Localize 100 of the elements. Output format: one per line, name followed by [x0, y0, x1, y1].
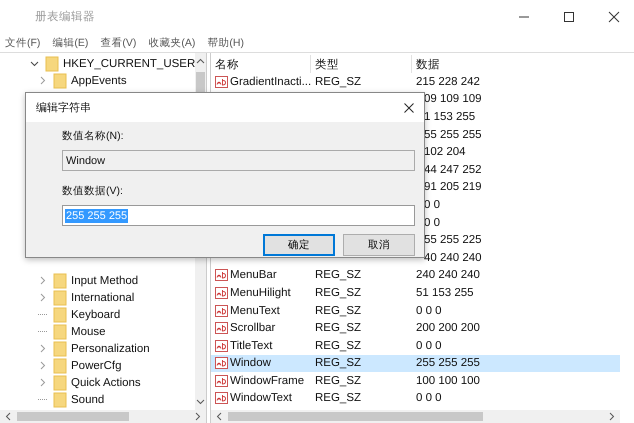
folder-icon — [53, 374, 67, 390]
dialog-button[interactable]: 取消 — [343, 234, 415, 256]
tree-item[interactable]: Input Method — [71, 274, 138, 286]
value-name: Window — [230, 357, 271, 370]
list-row[interactable]: WindowText REG_SZ 0 0 0 — [211, 390, 620, 408]
string-value-icon — [215, 340, 228, 352]
folder-icon — [53, 306, 67, 322]
value-data: 215 228 242 — [415, 74, 481, 90]
field-label: 数值数据(V): — [62, 184, 124, 199]
list-row[interactable]: MenuHilight REG_SZ 51 153 255 — [211, 284, 620, 302]
scroll-right-icon[interactable] — [193, 412, 202, 421]
menu-item[interactable]: 文件(F) — [5, 36, 40, 50]
value-data: 100 100 100 — [415, 374, 481, 389]
menu-item[interactable]: 收藏夹(A) — [148, 36, 196, 50]
tree-item[interactable]: Quick Actions — [71, 376, 141, 388]
scroll-left-icon[interactable] — [215, 412, 224, 421]
value-type: REG_SZ — [314, 268, 362, 284]
scroll-right-icon[interactable] — [607, 412, 616, 421]
window-title: 册表编辑器 — [35, 10, 95, 24]
scrollbar[interactable] — [211, 410, 620, 423]
value-data: 200 200 200 — [415, 321, 481, 336]
menu-item[interactable]: 查看(V) — [100, 36, 136, 50]
tree-item[interactable]: AppEvents — [71, 74, 127, 86]
list-row[interactable]: Scrollbar REG_SZ 200 200 200 — [211, 319, 620, 337]
value-name: GradientInacti... — [230, 76, 312, 88]
scroll-down-icon[interactable] — [196, 397, 206, 406]
value-name: TitleText — [230, 340, 272, 352]
value-type: REG_SZ — [314, 304, 362, 319]
string-value-icon — [215, 304, 228, 317]
folder-icon — [53, 290, 67, 306]
menu-item[interactable]: 帮助(H) — [207, 36, 244, 50]
folder-icon — [53, 392, 67, 408]
menu-item[interactable]: 编辑(E) — [52, 36, 88, 50]
scroll-left-icon[interactable] — [4, 412, 13, 421]
folder-icon — [53, 272, 67, 288]
value-data: 102 204 — [423, 145, 467, 160]
list-row[interactable]: GradientInacti... REG_SZ 215 228 242 — [211, 73, 620, 91]
list-row[interactable]: TitleText REG_SZ 0 0 0 — [211, 336, 620, 354]
value-type: REG_SZ — [314, 338, 362, 354]
tree-item[interactable]: Sound — [71, 394, 104, 406]
expand-icon[interactable] — [30, 59, 39, 68]
string-value-icon — [215, 322, 228, 334]
tree-item[interactable]: International — [71, 292, 134, 304]
value-type: REG_SZ — [314, 74, 362, 90]
string-value-icon — [215, 76, 228, 88]
close-icon[interactable] — [404, 102, 414, 112]
maximize-icon[interactable] — [563, 10, 575, 22]
column-header[interactable]: 名称 — [211, 55, 311, 73]
value-type: REG_SZ — [314, 356, 362, 372]
dialog-button[interactable]: 确定 — [263, 234, 335, 256]
value-name: MenuBar — [230, 269, 277, 282]
scrollbar-thumb[interactable] — [17, 412, 129, 421]
value-data: 0 0 0 — [415, 304, 443, 319]
string-value-icon — [215, 392, 228, 404]
value-data: 1 153 255 — [423, 110, 476, 125]
value-name: WindowText — [230, 392, 292, 404]
value-name: Scrollbar — [230, 322, 276, 334]
value-data: 44 247 252 — [423, 162, 483, 178]
dialog-title: 编辑字符串 — [36, 100, 91, 115]
list-row[interactable]: MenuText REG_SZ 0 0 0 — [211, 302, 620, 320]
close-icon[interactable] — [608, 10, 620, 22]
scroll-up-icon[interactable] — [196, 57, 206, 66]
scrollbar[interactable] — [0, 410, 206, 423]
column-header[interactable]: 数据 — [412, 55, 620, 73]
folder-icon — [53, 324, 67, 340]
folder-icon — [45, 56, 59, 72]
field-label: 数值名称(N): — [62, 129, 124, 144]
value-type: REG_SZ — [314, 374, 362, 389]
tree-item[interactable]: Personalization — [71, 342, 150, 354]
tree-item[interactable]: PowerCfg — [71, 360, 122, 372]
folder-icon — [53, 72, 67, 88]
value-name: MenuHilight — [230, 286, 291, 299]
value-type: REG_SZ — [314, 286, 362, 301]
list-row[interactable]: Window REG_SZ 255 255 255 — [211, 354, 620, 372]
string-value-icon — [215, 374, 228, 387]
value-data: 55 255 255 — [423, 128, 483, 143]
string-value-icon — [215, 357, 228, 370]
tree-item[interactable]: HKEY_CURRENT_USER — [63, 58, 196, 70]
value-data: 240 240 240 — [415, 268, 481, 284]
tree-item[interactable]: Keyboard — [71, 308, 120, 320]
folder-icon — [53, 358, 67, 374]
value-type: REG_SZ — [314, 391, 362, 406]
scrollbar-thumb[interactable] — [196, 72, 206, 94]
tree-item[interactable]: Mouse — [71, 326, 106, 338]
folder-icon — [53, 340, 67, 356]
value-name: MenuText — [230, 304, 280, 317]
string-value-icon — [215, 269, 228, 282]
value-data: 0 0 0 — [415, 338, 443, 354]
input-field[interactable]: Window — [62, 150, 415, 171]
value-data: 40 240 240 — [423, 250, 483, 266]
value-data: 255 255 255 — [415, 356, 481, 372]
list-row[interactable]: MenuBar REG_SZ 240 240 240 — [211, 266, 620, 284]
value-data: 51 153 255 — [415, 286, 475, 301]
list-row[interactable]: WindowFrame REG_SZ 100 100 100 — [211, 372, 620, 390]
value-data: 0 0 0 — [415, 391, 443, 406]
string-value-icon — [215, 286, 228, 299]
scrollbar-thumb[interactable] — [228, 412, 483, 421]
value-data: 91 205 219 — [423, 180, 483, 196]
column-header[interactable]: 类型 — [311, 55, 412, 73]
value-name: WindowFrame — [230, 374, 304, 387]
